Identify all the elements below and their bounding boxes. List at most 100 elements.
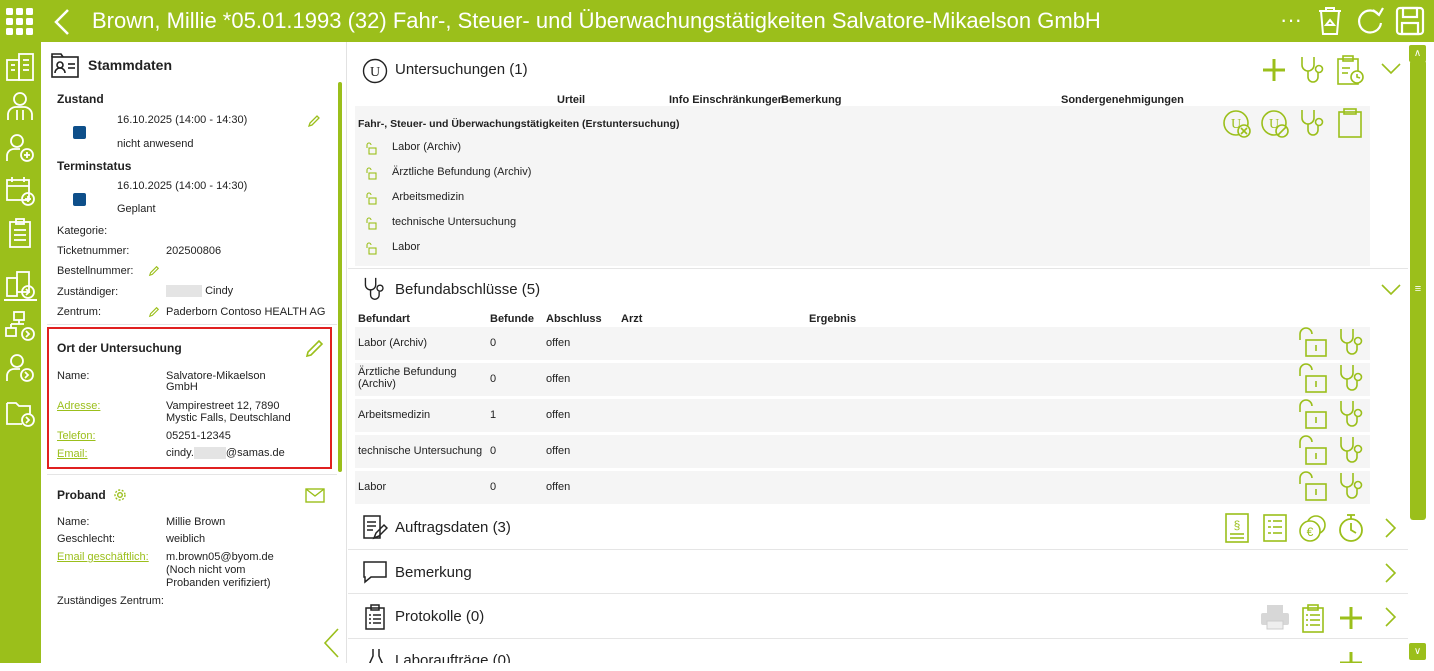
unlock-icon[interactable] [1297, 470, 1329, 502]
befundart-cell-2: (Archiv) [358, 378, 396, 390]
collapse-panel-chevron-icon[interactable] [322, 627, 340, 659]
clipboard-list-icon[interactable] [4, 217, 36, 249]
zustand-date: 16.10.2025 (14:00 - 14:30) [117, 114, 248, 126]
u-cancel-icon[interactable]: U [1222, 109, 1252, 139]
befundart-cell: Labor (Archiv) [358, 337, 428, 349]
terminstatus-label: Terminstatus [57, 159, 132, 173]
stethoscope-icon[interactable] [1337, 399, 1365, 429]
unlock-icon[interactable] [1297, 326, 1329, 358]
stopwatch-icon[interactable] [1336, 512, 1366, 544]
clipboard-list-icon[interactable] [1300, 603, 1326, 633]
proband-email-value: m.brown05@byom.de [166, 551, 274, 563]
col-urteil: Urteil [557, 94, 586, 106]
add-person-icon[interactable] [4, 132, 36, 164]
id-card-icon [51, 52, 79, 78]
person-go-icon[interactable] [4, 352, 36, 384]
u-no-icon[interactable]: U [1260, 109, 1290, 139]
divider [47, 474, 337, 475]
edit-pencil-icon[interactable] [148, 306, 160, 318]
zustaendiger-label: Zuständiger: [57, 286, 119, 298]
buildings-icon[interactable] [4, 50, 36, 82]
zentrum-label: Zentrum: [57, 306, 102, 318]
speech-bubble-icon [362, 560, 388, 584]
proband-email-note-2: Probanden verifiziert) [166, 577, 271, 589]
unlock-small-icon [365, 167, 377, 180]
ticket-value: 202500806 [166, 245, 222, 257]
stethoscope-icon[interactable] [1298, 108, 1326, 138]
unlock-icon[interactable] [1297, 398, 1329, 430]
buildings-go-icon[interactable] [4, 268, 36, 300]
email-link[interactable]: Email: [57, 448, 88, 460]
telefon-link[interactable]: Telefon: [57, 430, 96, 442]
ticket-label: Ticketnummer: [57, 245, 130, 257]
add-plus-icon[interactable] [1338, 605, 1364, 631]
unlock-icon[interactable] [1297, 362, 1329, 394]
befund-row[interactable] [355, 435, 1370, 468]
email-suffix: @samas.de [225, 447, 285, 459]
chevron-right-icon[interactable] [1384, 562, 1398, 584]
recycle-bin-icon[interactable] [1316, 5, 1346, 37]
divider [348, 593, 1408, 594]
clipboard-clock-icon[interactable] [1335, 54, 1365, 86]
more-menu-icon[interactable]: ··· [1276, 5, 1306, 37]
printer-icon[interactable] [1259, 603, 1291, 631]
untersuchung-item[interactable]: Labor [392, 241, 420, 253]
u-circle-icon: U [362, 58, 388, 84]
untersuchung-group[interactable] [355, 106, 1370, 266]
stethoscope-icon[interactable] [1337, 363, 1365, 393]
stethoscope-icon[interactable] [1337, 471, 1365, 501]
adresse-value: Vampirestreet 12, 7890 [166, 400, 280, 412]
back-arrow-icon[interactable] [52, 8, 74, 36]
befunde-cell: 1 [490, 409, 497, 421]
left-panel-scrollbar[interactable] [338, 82, 342, 472]
scroll-up-button[interactable]: ∧ [1409, 45, 1426, 62]
clipboard-icon[interactable] [1337, 107, 1363, 139]
edit-pencil-icon[interactable] [148, 265, 160, 277]
edit-pencil-icon[interactable] [305, 338, 325, 358]
befunde-cell: 0 [490, 481, 497, 493]
add-plus-icon[interactable] [1338, 650, 1364, 663]
adresse-link[interactable]: Adresse: [57, 400, 100, 412]
person-doctor-icon[interactable] [4, 90, 36, 122]
befund-row[interactable] [355, 363, 1370, 396]
stethoscope-icon[interactable] [1298, 55, 1326, 85]
app-grid-icon[interactable] [6, 8, 34, 36]
folder-go-icon[interactable] [4, 396, 36, 428]
zustaendiges-zentrum-label: Zuständiges Zentrum: [57, 595, 164, 607]
save-icon[interactable] [1395, 5, 1425, 37]
redacted-block [193, 447, 226, 460]
untersuchung-item[interactable]: Arbeitsmedizin [392, 191, 464, 203]
hierarchy-go-icon[interactable] [4, 310, 36, 342]
list-document-icon[interactable] [1260, 513, 1290, 543]
gear-icon[interactable] [113, 488, 127, 502]
email-geschaeftlich-link[interactable]: Email geschäftlich: [57, 551, 149, 563]
unlock-icon[interactable] [1297, 434, 1329, 466]
untersuchung-item[interactable]: Ärztliche Befundung (Archiv) [392, 166, 531, 178]
scroll-down-button[interactable]: ∨ [1409, 643, 1426, 660]
edit-pencil-icon[interactable] [307, 114, 321, 128]
svg-text:§: § [1234, 518, 1241, 532]
calendar-add-icon[interactable] [4, 175, 36, 207]
chevron-down-icon[interactable] [1380, 62, 1402, 76]
refresh-icon[interactable] [1355, 5, 1385, 37]
stethoscope-icon[interactable] [1337, 327, 1365, 357]
chevron-right-icon[interactable] [1384, 606, 1398, 628]
befund-row[interactable] [355, 399, 1370, 432]
add-plus-icon[interactable] [1261, 57, 1287, 83]
untersuchung-item[interactable]: Labor (Archiv) [392, 141, 461, 153]
abschluss-cell: offen [546, 481, 571, 493]
paragraph-document-icon[interactable]: § [1224, 512, 1250, 544]
zustaendiger-name: Cindy [205, 285, 234, 297]
befund-row[interactable] [355, 327, 1370, 360]
col-befundart: Befundart [358, 313, 410, 325]
stethoscope-icon[interactable] [1337, 435, 1365, 465]
unlock-small-icon [365, 192, 377, 205]
chevron-right-icon[interactable] [1384, 517, 1398, 539]
terminstatus-status-square [73, 193, 86, 206]
befund-row[interactable] [355, 471, 1370, 504]
stammdaten-title: Stammdaten [88, 57, 173, 73]
chevron-down-icon[interactable] [1380, 283, 1402, 297]
untersuchung-item[interactable]: technische Untersuchung [392, 216, 516, 228]
mail-icon[interactable] [305, 488, 325, 503]
euro-coins-icon[interactable]: € [1298, 514, 1328, 544]
